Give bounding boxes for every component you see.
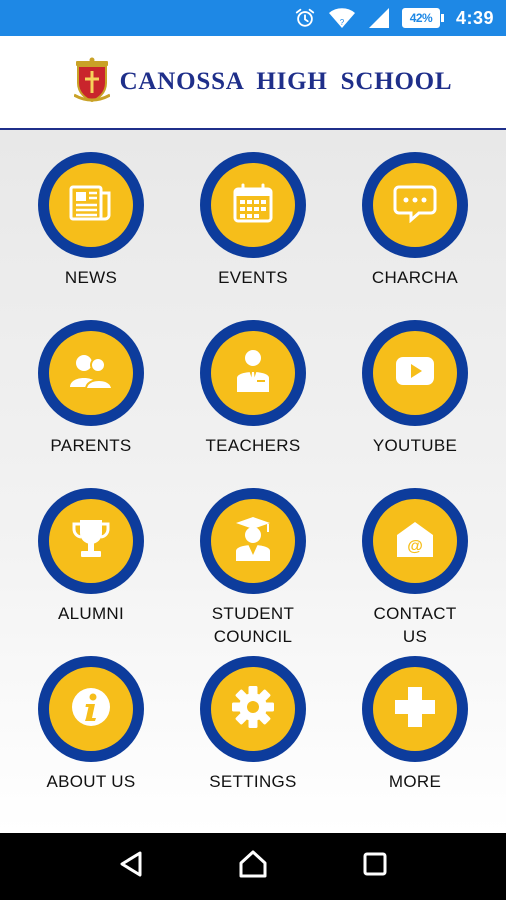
menu-item-about-us[interactable]: ABOUT US — [10, 656, 172, 793]
info-icon — [70, 686, 112, 733]
battery-icon: 42% — [401, 8, 444, 28]
parents-icon — [68, 351, 114, 396]
menu-item-alumni[interactable]: ALUMNI — [10, 488, 172, 625]
menu-item-label: CONTACT US — [373, 604, 457, 646]
menu-item-news[interactable]: NEWS — [10, 152, 172, 289]
menu-grid: NEWS EVENTS CHARCHA PARENTS TEACHERS YOU… — [0, 130, 506, 833]
battery-level: 42% — [401, 8, 440, 28]
home-button[interactable] — [223, 842, 283, 892]
app-header: CANOSSA HIGH SCHOOL — [0, 36, 506, 130]
recents-button[interactable] — [345, 842, 405, 892]
menu-item-label: YOUTUBE — [372, 436, 458, 455]
menu-item-label: STUDENT COUNCIL — [211, 604, 295, 646]
status-bar: ? 42% 4:39 — [0, 0, 506, 36]
menu-item-label: PARENTS — [50, 436, 132, 455]
recents-icon — [362, 851, 388, 882]
menu-item-label: MORE — [388, 772, 442, 791]
back-icon — [118, 850, 144, 883]
chat-bubble-icon — [393, 183, 437, 228]
clock: 4:39 — [455, 7, 494, 28]
newspaper-icon — [69, 183, 113, 228]
menu-item-label: ABOUT US — [46, 772, 136, 791]
menu-item-label: TEACHERS — [205, 436, 301, 455]
wifi-icon: ? — [328, 7, 356, 29]
teacher-icon — [233, 348, 273, 399]
svg-text:@: @ — [407, 538, 423, 555]
menu-item-teachers[interactable]: TEACHERS — [172, 320, 334, 457]
alarm-icon — [294, 7, 316, 29]
menu-item-label: ALUMNI — [57, 604, 125, 623]
youtube-icon — [394, 355, 436, 392]
menu-item-label: NEWS — [64, 268, 118, 287]
home-icon — [238, 849, 268, 884]
calendar-icon — [232, 182, 274, 229]
menu-item-parents[interactable]: PARENTS — [10, 320, 172, 457]
navigation-bar — [0, 833, 506, 900]
menu-item-label: CHARCHA — [371, 268, 459, 287]
signal-icon — [368, 7, 390, 29]
svg-text:?: ? — [340, 18, 345, 27]
menu-item-label: EVENTS — [218, 268, 288, 287]
school-crest-icon — [72, 57, 111, 108]
menu-item-settings[interactable]: SETTINGS — [172, 656, 334, 793]
menu-item-more[interactable]: MORE — [334, 656, 496, 793]
menu-item-charcha[interactable]: CHARCHA — [334, 152, 496, 289]
menu-item-youtube[interactable]: YOUTUBE — [334, 320, 496, 457]
menu-item-student-council[interactable]: STUDENT COUNCIL — [172, 488, 334, 648]
gear-icon — [230, 684, 276, 735]
menu-item-events[interactable]: EVENTS — [172, 152, 334, 289]
back-button[interactable] — [101, 842, 161, 892]
trophy-icon — [70, 517, 112, 566]
menu-item-label: SETTINGS — [209, 772, 297, 791]
graduate-icon — [232, 515, 274, 568]
email-icon: @ — [394, 519, 436, 564]
school-name: CANOSSA HIGH SCHOOL — [119, 68, 453, 95]
menu-item-contact-us[interactable]: @ CONTACT US — [334, 488, 496, 648]
plus-icon — [393, 685, 437, 734]
